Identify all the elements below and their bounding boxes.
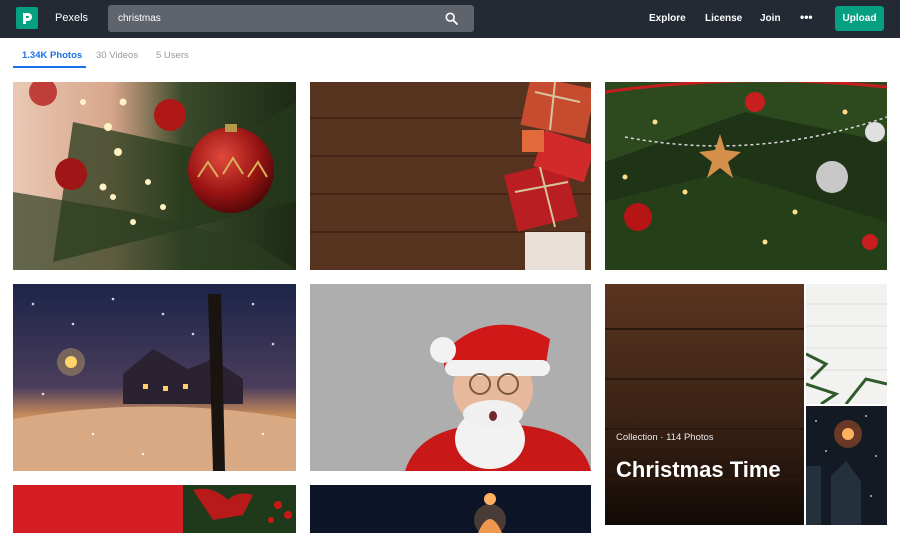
search-input[interactable] <box>118 11 438 26</box>
collection-title[interactable]: Christmas Time <box>616 454 796 485</box>
collection-card[interactable]: Collection · 114 Photos Christmas Time <box>605 284 804 525</box>
photo-white-wood-pine-branches[interactable] <box>806 284 887 404</box>
brand-name[interactable]: Pexels <box>55 12 88 24</box>
photo-decorated-christmas-tree-closeup[interactable] <box>605 82 887 270</box>
tab-videos[interactable]: 30 Videos <box>96 50 138 61</box>
pexels-logo-icon[interactable] <box>16 7 38 29</box>
photo-snowy-winter-night-house[interactable] <box>13 284 296 471</box>
photo-red-ribbon-bow[interactable] <box>13 485 296 533</box>
tab-photos[interactable]: 1.34K Photos <box>22 50 82 61</box>
search-icon[interactable] <box>445 12 458 25</box>
photo-glowing-ornament-dark[interactable] <box>310 485 591 533</box>
collection-subtitle: Collection · 114 Photos <box>616 432 714 443</box>
photo-wooden-board-gift-boxes[interactable] <box>310 82 591 270</box>
tab-users[interactable]: 5 Users <box>156 50 189 61</box>
photo-snowy-night-lights[interactable] <box>806 406 887 525</box>
photo-christmas-ornament-tree[interactable] <box>13 82 296 270</box>
nav-license[interactable]: License <box>705 13 742 24</box>
top-navigation-bar: Pexels Explore License Join ••• Upload <box>0 0 900 38</box>
photo-surprised-santa-claus[interactable] <box>310 284 591 471</box>
ellipsis-icon[interactable]: ••• <box>800 10 813 24</box>
results-tabs: 1.34K Photos 30 Videos 5 Users <box>0 38 900 70</box>
nav-join[interactable]: Join <box>760 13 781 24</box>
upload-button[interactable]: Upload <box>835 6 884 31</box>
active-tab-indicator <box>13 66 86 68</box>
nav-explore[interactable]: Explore <box>649 13 686 24</box>
search-bar[interactable] <box>108 5 474 32</box>
